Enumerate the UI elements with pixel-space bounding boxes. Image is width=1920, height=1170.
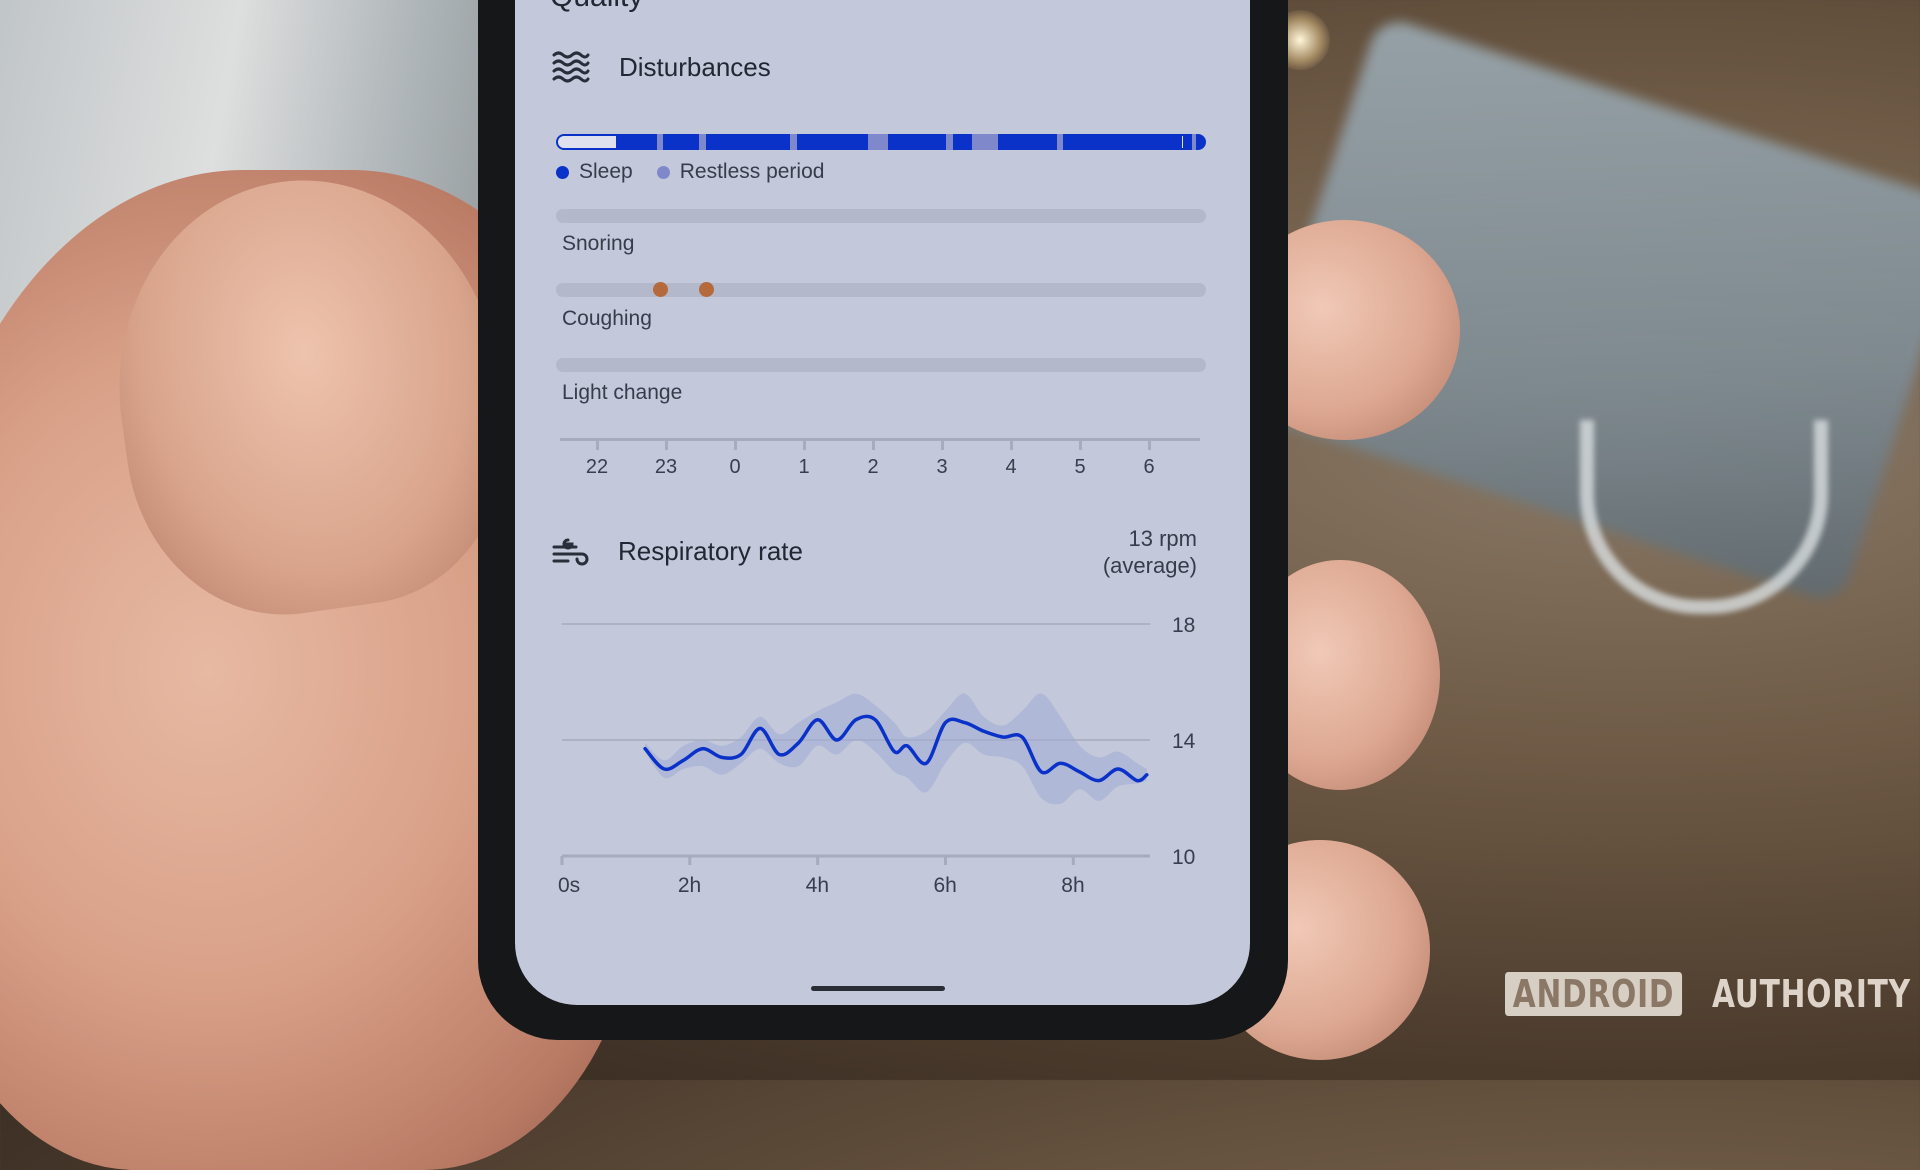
watermark: ANDROID AUTHORITY xyxy=(1505,972,1920,1016)
time-axis-tick xyxy=(734,440,737,450)
watermark-boxed-text: ANDROID xyxy=(1505,972,1682,1016)
hypnogram-segment-awake xyxy=(556,134,618,150)
legend-sleep-swatch xyxy=(556,166,569,179)
hypnogram-segment-restless xyxy=(868,134,888,150)
time-axis-tick xyxy=(1079,440,1082,450)
wind-icon xyxy=(552,535,590,569)
x-tick-label: 4h xyxy=(806,874,829,897)
section-title-quality: Quality xyxy=(550,0,643,14)
y-tick-label: 18 xyxy=(1172,614,1195,637)
hypnogram-segment-restless xyxy=(1192,134,1196,150)
y-tick-label: 10 xyxy=(1172,846,1195,869)
respiratory-rate-title: Respiratory rate xyxy=(618,536,803,567)
home-indicator[interactable] xyxy=(811,986,945,991)
disturbance-event-dot[interactable] xyxy=(699,282,714,297)
snoring-track xyxy=(556,209,1206,223)
time-axis-label: 4 xyxy=(991,456,1031,479)
legend-restless-label: Restless period xyxy=(680,160,825,184)
respiratory-rate-note: (average) xyxy=(1103,553,1197,579)
x-tick-label: 6h xyxy=(933,874,956,897)
hypnogram-segment-sleep xyxy=(618,134,657,150)
time-axis-tick xyxy=(941,440,944,450)
hypnogram-segment-sleep xyxy=(797,134,869,150)
watermark-text: AUTHORITY xyxy=(1712,972,1911,1016)
time-axis-label: 1 xyxy=(784,456,824,479)
time-axis-label: 0 xyxy=(715,456,755,479)
waves-icon xyxy=(552,50,590,84)
x-tick-label: 0s xyxy=(558,874,580,897)
time-axis-tick xyxy=(803,440,806,450)
time-axis-tick xyxy=(1010,440,1013,450)
time-axis-tick xyxy=(1148,440,1151,450)
x-tick-label: 8h xyxy=(1061,874,1084,897)
legend-restless-swatch xyxy=(657,166,670,179)
respiratory-rate-chart: 10 14 18 0s 2h 4h 6h 8h xyxy=(515,590,1250,910)
hypnogram-segment-sleep xyxy=(1196,134,1206,150)
time-axis-tick xyxy=(872,440,875,450)
hypnogram-legend: Sleep Restless period xyxy=(556,160,824,184)
light-change-track xyxy=(556,358,1206,372)
hypnogram-segment-restless xyxy=(972,134,998,150)
legend-sleep-label: Sleep xyxy=(579,160,633,184)
time-axis-label: 23 xyxy=(646,456,686,479)
hypnogram-segment-sleep xyxy=(998,134,1057,150)
time-axis-label: 3 xyxy=(922,456,962,479)
hypnogram-segment-sleep xyxy=(706,134,791,150)
x-tick-label: 2h xyxy=(678,874,701,897)
snoring-label: Snoring xyxy=(562,232,634,256)
respiratory-rate-value: 13 rpm xyxy=(1129,526,1197,552)
coughing-label: Coughing xyxy=(562,307,652,331)
phone-screen[interactable]: Quality Disturbances Sleep Restless peri… xyxy=(515,0,1250,1005)
time-axis-label: 6 xyxy=(1129,456,1169,479)
variability-band xyxy=(645,694,1147,805)
time-axis-tick xyxy=(665,440,668,450)
hypnogram-segment-sleep xyxy=(1185,134,1192,150)
disturbance-event-dot[interactable] xyxy=(653,282,668,297)
hypnogram-segment-sleep xyxy=(888,134,947,150)
time-axis-label: 2 xyxy=(853,456,893,479)
hypnogram-segment-sleep xyxy=(1063,134,1180,150)
time-axis-tick xyxy=(596,440,599,450)
disturbances-title: Disturbances xyxy=(619,52,771,83)
time-axis-label: 22 xyxy=(577,456,617,479)
hypnogram-segment-sleep xyxy=(663,134,699,150)
sleep-hypnogram[interactable] xyxy=(556,134,1206,150)
time-axis-label: 5 xyxy=(1060,456,1100,479)
hypnogram-segment-sleep xyxy=(953,134,973,150)
coughing-track xyxy=(556,283,1206,297)
y-tick-label: 14 xyxy=(1172,730,1196,753)
time-axis-line xyxy=(560,438,1200,441)
light-change-label: Light change xyxy=(562,381,682,405)
